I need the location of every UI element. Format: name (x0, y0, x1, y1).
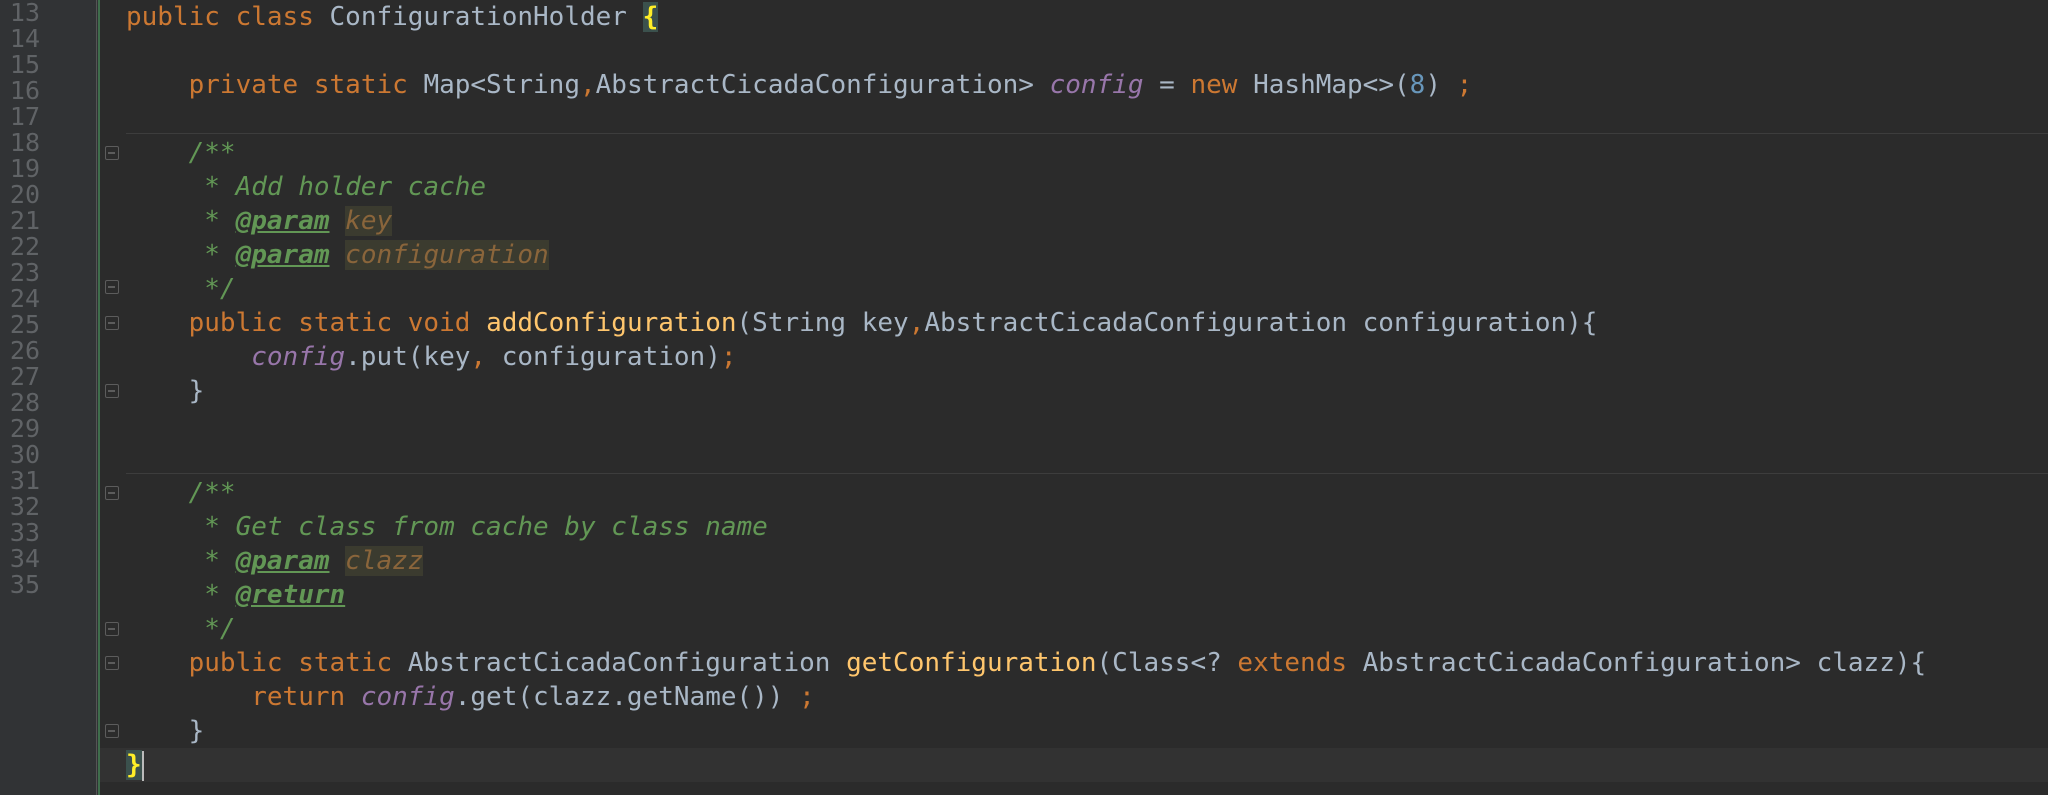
code-line[interactable]: * @param configuration (126, 238, 549, 272)
keyword: void (407, 308, 471, 338)
punctuation: , (470, 342, 487, 372)
code-line[interactable]: return config.get(clazz.getName()) ; (126, 680, 815, 714)
doc-comment: /** (188, 138, 236, 168)
vcs-change-marker (98, 0, 100, 795)
doc-comment: * (188, 206, 236, 236)
doc-comment: * (188, 240, 236, 270)
fold-collapse-icon[interactable] (105, 316, 119, 330)
static-field: config (1049, 70, 1144, 100)
line-number: 35 (9, 570, 40, 599)
keyword: static (298, 308, 393, 338)
semicolon: ; (799, 682, 815, 712)
code-line[interactable]: /** (126, 476, 236, 510)
keyword: public (188, 308, 283, 338)
closing-brace: } (188, 716, 205, 746)
parameters: (String key (736, 308, 909, 338)
semicolon: ; (720, 342, 737, 372)
keyword: class (235, 2, 314, 32)
code-line[interactable]: public static AbstractCicadaConfiguratio… (126, 646, 1927, 680)
static-field: config (360, 682, 455, 712)
closing-brace: } (188, 376, 205, 406)
code-line[interactable]: * @param key (126, 204, 393, 238)
keyword: private (188, 70, 299, 100)
punctuation: , (908, 308, 925, 338)
code-line[interactable]: } (126, 374, 205, 408)
javadoc-param: clazz (345, 546, 424, 576)
matched-brace: { (642, 2, 659, 32)
static-field: config (251, 342, 346, 372)
operator: = (1143, 70, 1191, 100)
fold-end-icon[interactable] (105, 622, 119, 636)
doc-comment: /** (188, 478, 236, 508)
method-name: addConfiguration (486, 308, 737, 338)
method-call: .put(key (345, 342, 471, 372)
javadoc-tag: @param (235, 240, 330, 270)
code-line[interactable]: */ (126, 272, 236, 306)
keyword: static (313, 70, 408, 100)
type: Map<String (423, 70, 580, 100)
code-line[interactable]: * Get class from cache by class name (126, 510, 768, 544)
javadoc-param: configuration (345, 240, 549, 270)
doc-comment: * (188, 580, 236, 610)
code-line[interactable]: private static Map<String,AbstractCicada… (126, 68, 1473, 102)
type: AbstractCicadaConfiguration (407, 648, 831, 678)
javadoc-tag: @return (235, 580, 346, 610)
number: 8 (1409, 70, 1426, 100)
semicolon: ; (1456, 70, 1473, 100)
keyword: public (126, 2, 220, 32)
punctuation: ) (1425, 70, 1457, 100)
keyword: new (1190, 70, 1238, 100)
code-line[interactable]: * @return (126, 578, 345, 612)
code-line[interactable]: public class ConfigurationHolder { (126, 0, 659, 34)
method-separator (126, 133, 2048, 134)
fold-end-icon[interactable] (105, 280, 119, 294)
type: AbstractCicadaConfiguration> (595, 70, 1034, 100)
constructor-call: HashMap<>( (1253, 70, 1410, 100)
arguments: configuration) (486, 342, 721, 372)
gutter-divider (96, 0, 97, 795)
doc-comment: * (188, 546, 236, 576)
method-call: .get(clazz.getName()) (454, 682, 800, 712)
method-name: getConfiguration (846, 648, 1097, 678)
code-line[interactable]: /** (126, 136, 236, 170)
doc-comment: * Add holder cache (188, 172, 487, 202)
javadoc-tag: @param (235, 206, 330, 236)
fold-end-icon[interactable] (105, 724, 119, 738)
code-line[interactable]: config.put(key, configuration); (126, 340, 737, 374)
keyword: static (298, 648, 393, 678)
code-line[interactable]: * @param clazz (126, 544, 424, 578)
doc-comment: */ (188, 274, 236, 304)
doc-comment: */ (188, 614, 236, 644)
code-editor[interactable]: 13 14 15 16 17 18 19 20 21 22 23 24 25 2… (0, 0, 2048, 795)
fold-collapse-icon[interactable] (105, 146, 119, 160)
keyword: public (188, 648, 283, 678)
text-cursor (141, 750, 144, 781)
keyword: extends (1237, 648, 1347, 678)
method-separator (126, 473, 2048, 474)
doc-comment: * Get class from cache by class name (188, 512, 768, 542)
fold-end-icon[interactable] (105, 384, 119, 398)
code-line[interactable]: */ (126, 612, 236, 646)
parameters: AbstractCicadaConfiguration> clazz){ (1347, 648, 1927, 678)
fold-collapse-icon[interactable] (105, 486, 119, 500)
class-name: ConfigurationHolder (329, 2, 627, 32)
parameters: (Class<? (1096, 648, 1238, 678)
matched-brace: } (126, 750, 142, 780)
code-line[interactable]: public static void addConfiguration(Stri… (126, 306, 1598, 340)
current-line-highlight (100, 748, 2048, 782)
code-line[interactable]: } (126, 748, 144, 782)
fold-collapse-icon[interactable] (105, 656, 119, 670)
punctuation: , (579, 70, 596, 100)
keyword: return (251, 682, 346, 712)
code-line[interactable]: * Add holder cache (126, 170, 486, 204)
javadoc-param: key (345, 206, 393, 236)
javadoc-tag: @param (235, 546, 330, 576)
parameters: AbstractCicadaConfiguration configuratio… (924, 308, 1598, 338)
code-line[interactable]: } (126, 714, 205, 748)
